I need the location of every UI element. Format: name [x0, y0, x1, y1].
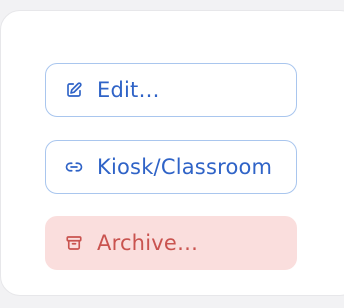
- edit-button-label: Edit…: [97, 78, 160, 102]
- kiosk-classroom-button-label: Kiosk/Classroom: [97, 155, 273, 179]
- kiosk-classroom-button[interactable]: Kiosk/Classroom: [45, 140, 297, 194]
- archive-button-label: Archive…: [97, 231, 199, 255]
- edit-button[interactable]: Edit…: [45, 63, 297, 117]
- link-icon: [65, 158, 83, 176]
- archive-button[interactable]: Archive…: [45, 216, 297, 270]
- archive-icon: [65, 234, 83, 252]
- actions-card: Edit… Kiosk/Classroom Archive…: [0, 10, 344, 296]
- edit-icon: [65, 81, 83, 99]
